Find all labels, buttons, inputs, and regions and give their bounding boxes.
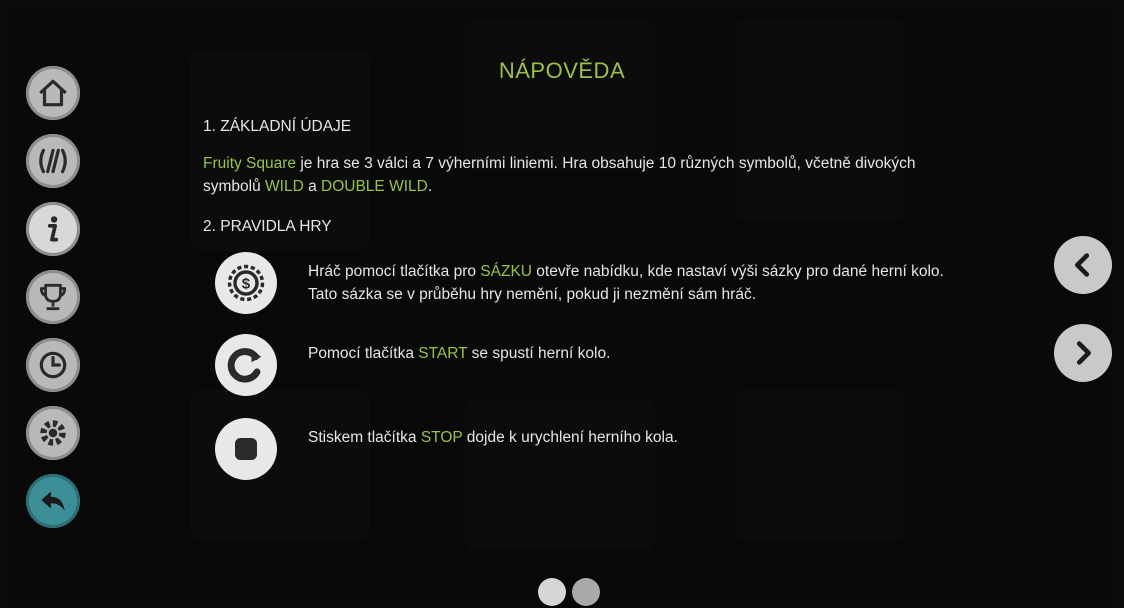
rule-item: Pomocí tlačítka START se spustí herní ko… — [308, 342, 988, 365]
chevron-right-icon — [1076, 341, 1091, 365]
description-text: . — [427, 178, 433, 195]
section-heading: 1. ZÁKLADNÍ ÚDAJE — [203, 118, 352, 135]
rule-text: Stiskem tlačítka — [308, 429, 421, 446]
chevron-left-icon — [1075, 253, 1090, 277]
trophy-icon — [39, 283, 67, 311]
start-button-illustration — [215, 334, 277, 396]
history-icon — [39, 351, 67, 379]
rule-item: Stiskem tlačítka STOP dojde k urychlení … — [308, 426, 988, 449]
bet-coin-icon: $ — [227, 264, 265, 302]
settings-icon — [40, 420, 66, 446]
next-page-button[interactable] — [1054, 324, 1112, 382]
game-name: Fruity Square — [203, 155, 297, 172]
settings-button[interactable] — [26, 406, 80, 460]
stop-button-illustration — [215, 418, 277, 480]
game-help-screen: NÁPOVĚDA 1. ZÁKLADNÍ ÚDAJE Fruity Square… — [10, 10, 1114, 608]
rule-keyword: STOP — [420, 429, 463, 446]
paylines-button[interactable] — [26, 134, 80, 188]
page-indicator — [538, 578, 600, 606]
double-wild-keyword: DOUBLE WILD — [321, 178, 428, 195]
dim-overlay — [10, 10, 1114, 608]
rule-text: Pomocí tlačítka — [308, 345, 419, 362]
rule-text: se spustí herní kolo. — [467, 345, 611, 362]
previous-page-button[interactable] — [1054, 236, 1112, 294]
bet-button-illustration: $ — [215, 252, 277, 314]
trophy-button[interactable] — [26, 270, 80, 324]
back-button[interactable] — [26, 474, 80, 528]
section-heading: 2. PRAVIDLA HRY — [203, 218, 332, 235]
description-text: symbolů — [203, 178, 266, 195]
description-text: je hra se 3 válci a 7 výherními liniemi.… — [296, 155, 916, 172]
page-dot-1[interactable] — [538, 578, 566, 606]
stop-icon — [235, 438, 257, 460]
wild-keyword: WILD — [265, 178, 304, 195]
rule-item: Hráč pomocí tlačítka pro SÁZKU otevře na… — [308, 260, 988, 306]
paylines-icon — [39, 148, 67, 174]
rule-text: Tato sázka se v průběhu hry nemění, poku… — [308, 286, 757, 303]
page-title: NÁPOVĚDA — [498, 58, 626, 83]
description-text: a — [303, 178, 322, 195]
rule-text: Hráč pomocí tlačítka pro — [308, 263, 481, 280]
game-description: Fruity Square je hra se 3 válci a 7 výhe… — [203, 152, 963, 198]
back-icon — [41, 491, 65, 511]
rule-keyword: START — [418, 345, 468, 362]
svg-text:$: $ — [242, 276, 251, 293]
start-icon — [227, 348, 262, 383]
info-button[interactable] — [26, 202, 80, 256]
page-dot-2[interactable] — [572, 578, 600, 606]
info-icon — [47, 216, 59, 242]
rule-text: otevře nabídku, kde nastaví výši sázky p… — [531, 263, 944, 280]
rule-keyword: SÁZKU — [480, 263, 532, 280]
rule-text: dojde k urychlení herního kola. — [462, 429, 678, 446]
history-button[interactable] — [26, 338, 80, 392]
